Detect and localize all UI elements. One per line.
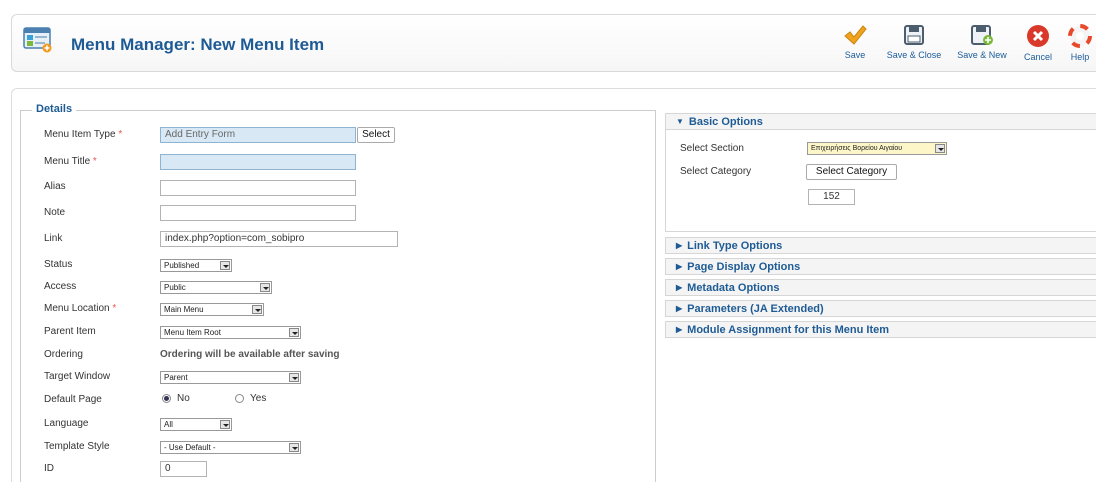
save-close-button[interactable]: Save & Close [884, 21, 944, 67]
chevron-down-icon [935, 144, 945, 153]
template-style-label: Template Style [44, 441, 110, 452]
chevron-down-icon [289, 328, 299, 337]
ordering-value: Ordering will be available after saving [160, 349, 340, 360]
default-page-no-label: No [177, 393, 190, 404]
toolbar: Menu Manager: New Menu Item Save Save & … [11, 14, 1096, 72]
lifebuoy-icon [1068, 24, 1092, 48]
select-section-select[interactable]: Επιχειρήσεις Βορείου Αιγαίου [807, 142, 947, 155]
help-label: Help [1070, 52, 1090, 62]
id-label: ID [44, 463, 54, 474]
cancel-label: Cancel [1023, 52, 1052, 62]
menu-item-type-select-button[interactable]: Select [357, 127, 395, 143]
default-page-yes-label: Yes [250, 393, 267, 404]
chevron-down-icon [289, 373, 299, 382]
target-window-label: Target Window [44, 371, 111, 382]
default-page-no-radio[interactable] [162, 394, 171, 403]
default-page-yes-radio[interactable] [235, 394, 244, 403]
x-circle-icon [1027, 25, 1049, 47]
default-page-label: Default Page [44, 394, 102, 405]
parameters-ja-extended-header[interactable]: ▶ Parameters (JA Extended) [665, 300, 1096, 317]
triangle-right-icon: ▶ [676, 283, 683, 292]
menu-location-label: Menu Location * [44, 303, 117, 314]
checkmark-icon [844, 25, 867, 45]
details-legend: Details [32, 103, 77, 115]
chevron-down-icon [220, 261, 230, 270]
status-label: Status [44, 259, 73, 270]
language-select[interactable]: All [160, 418, 232, 431]
category-id-field[interactable]: 152 [808, 189, 855, 205]
alias-field[interactable] [160, 180, 356, 196]
note-label: Note [44, 207, 66, 218]
save-button[interactable]: Save [840, 21, 870, 67]
target-window-select[interactable]: Parent [160, 371, 301, 384]
chevron-down-icon [220, 420, 230, 429]
save-new-button[interactable]: Save & New [953, 21, 1011, 67]
status-select[interactable]: Published [160, 259, 232, 272]
note-field[interactable] [160, 205, 356, 221]
select-category-label: Select Category [680, 166, 752, 177]
menu-item-type-field[interactable]: Add Entry Form [160, 127, 356, 143]
link-label: Link [44, 233, 63, 244]
page-title: Menu Manager: New Menu Item [71, 35, 325, 54]
page-display-options-header[interactable]: ▶ Page Display Options [665, 258, 1096, 275]
alias-label: Alias [44, 181, 66, 192]
template-style-select[interactable]: - Use Default - [160, 441, 301, 454]
access-label: Access [44, 281, 77, 292]
ordering-label: Ordering [44, 349, 83, 360]
triangle-right-icon: ▶ [676, 325, 683, 334]
triangle-down-icon: ▼ [676, 117, 684, 126]
save-new-label: Save & New [957, 50, 1007, 60]
basic-options-header[interactable]: ▼ Basic Options [665, 113, 1096, 130]
menu-manager-icon [23, 27, 53, 53]
access-select[interactable]: Public [160, 281, 272, 294]
menu-title-field[interactable] [160, 154, 356, 170]
menu-location-select[interactable]: Main Menu [160, 303, 264, 316]
parent-item-select[interactable]: Menu Item Root [160, 326, 301, 339]
cancel-button[interactable]: Cancel [1020, 21, 1056, 67]
select-category-button[interactable]: Select Category [806, 164, 897, 180]
save-label: Save [844, 50, 866, 60]
triangle-right-icon: ▶ [676, 304, 683, 313]
chevron-down-icon [289, 443, 299, 452]
menu-item-type-label: Menu Item Type * [44, 129, 123, 140]
select-section-label: Select Section [680, 143, 744, 154]
floppy-icon [904, 25, 924, 45]
link-field[interactable]: index.php?option=com_sobipro [160, 231, 398, 247]
module-assignment-header[interactable]: ▶ Module Assignment for this Menu Item [665, 321, 1096, 338]
metadata-options-header[interactable]: ▶ Metadata Options [665, 279, 1096, 296]
language-label: Language [44, 418, 89, 429]
help-button[interactable]: Help [1066, 21, 1094, 67]
save-close-label: Save & Close [886, 50, 942, 60]
triangle-right-icon: ▶ [676, 262, 683, 271]
chevron-down-icon [252, 305, 262, 314]
parent-item-label: Parent Item [44, 326, 96, 337]
chevron-down-icon [260, 283, 270, 292]
floppy-plus-icon [971, 25, 993, 45]
id-field[interactable]: 0 [160, 461, 207, 477]
menu-title-label: Menu Title * [44, 156, 97, 167]
link-type-options-header[interactable]: ▶ Link Type Options [665, 237, 1096, 254]
triangle-right-icon: ▶ [676, 241, 683, 250]
